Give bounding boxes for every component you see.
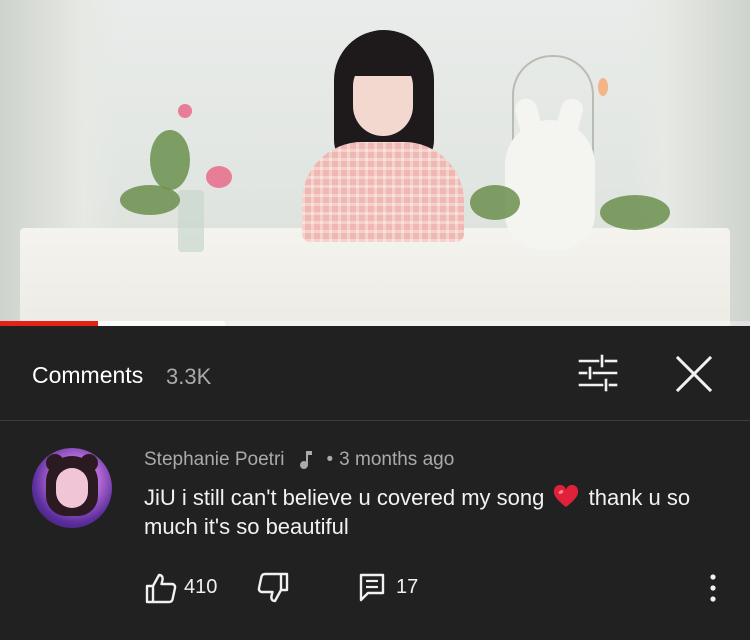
sort-filter-button[interactable] — [572, 352, 622, 394]
reply-button[interactable] — [358, 572, 386, 602]
avatar[interactable] — [32, 448, 112, 528]
tune-icon — [578, 354, 618, 392]
comment-actions: 410 17 — [0, 568, 750, 608]
more-options-button[interactable] — [702, 572, 724, 604]
video-vase — [178, 190, 204, 252]
thumb-up-icon — [145, 573, 177, 604]
comment-time: 3 months ago — [339, 449, 455, 470]
comment-text-part1: JiU i still can't believe u covered my s… — [144, 485, 545, 510]
comments-title: Comments — [32, 362, 144, 388]
comment-author[interactable]: Stephanie Poetri — [144, 449, 285, 471]
close-button[interactable] — [668, 348, 720, 400]
close-icon — [675, 355, 713, 393]
comment-meta: Stephanie Poetri • 3 months ago — [144, 449, 454, 471]
video-flower — [206, 166, 232, 188]
video-plant — [150, 130, 190, 190]
dislike-button[interactable] — [256, 572, 290, 604]
music-note-icon — [297, 449, 317, 471]
red-heart-icon — [553, 484, 579, 509]
reply-count: 17 — [396, 576, 419, 598]
like-count: 410 — [184, 576, 218, 598]
comments-header: Comments 3.3K — [0, 326, 750, 421]
meta-separator: • — [326, 449, 334, 470]
more-vert-icon — [710, 574, 716, 602]
video-person — [298, 30, 468, 242]
video-table — [20, 228, 730, 326]
thumb-down-icon — [257, 572, 289, 603]
like-button[interactable] — [144, 572, 178, 604]
video-plant — [470, 185, 520, 220]
video-plant — [600, 195, 670, 230]
video-flower — [598, 78, 608, 96]
video-flower — [178, 104, 192, 118]
comment-reply-icon — [359, 573, 385, 602]
video-bunny — [505, 120, 595, 250]
video-player[interactable] — [0, 0, 750, 326]
comment-text: JiU i still can't believe u covered my s… — [144, 483, 724, 541]
comments-count: 3.3K — [166, 364, 212, 389]
